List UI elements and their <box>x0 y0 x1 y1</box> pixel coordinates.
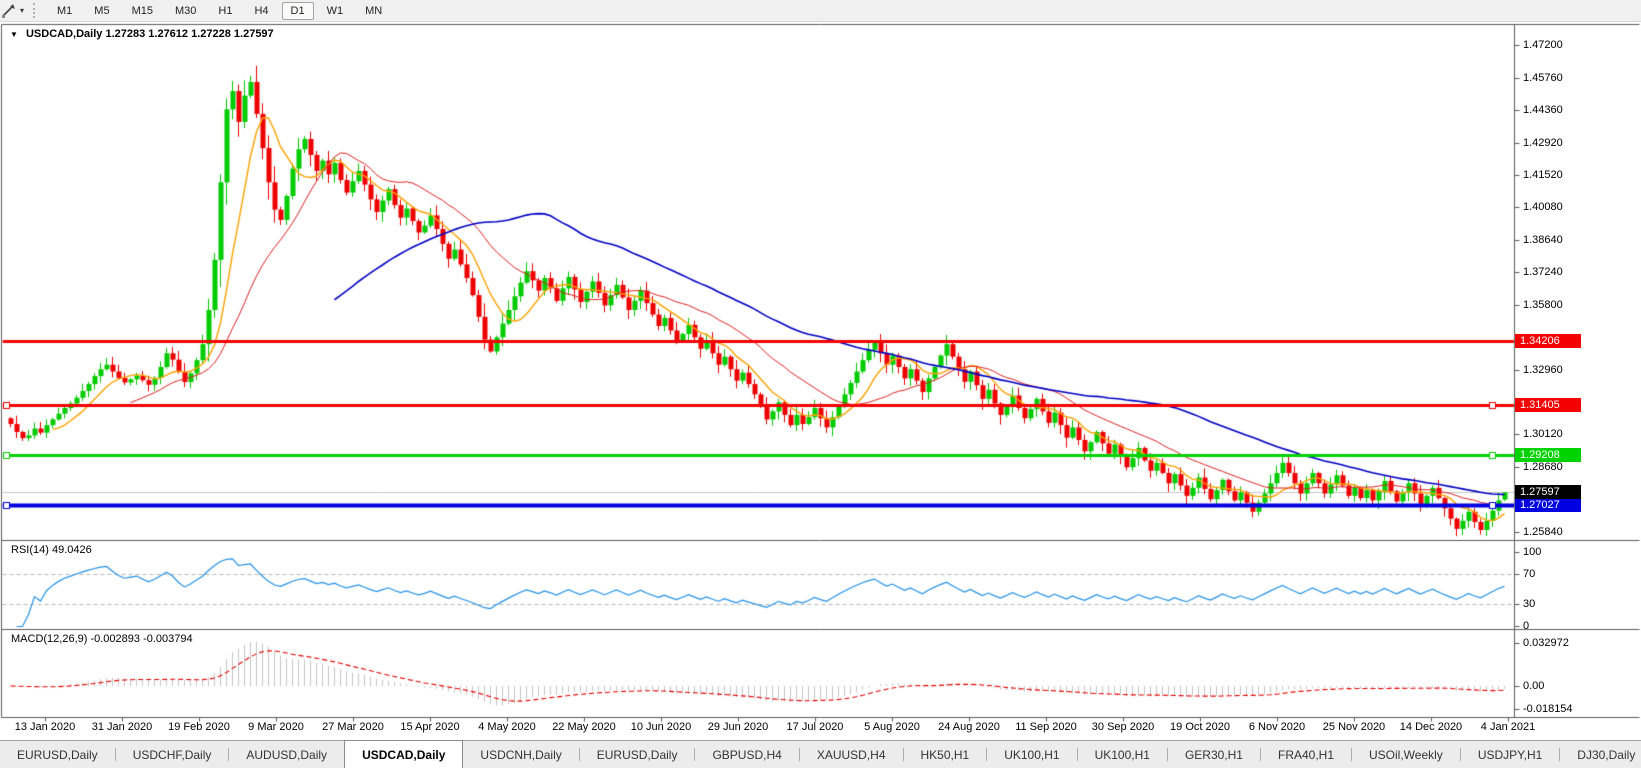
chart-title: ▼ USDCAD,Daily 1.27283 1.27612 1.27228 1… <box>10 28 274 40</box>
rsi-label: RSI(14) 49.0426 <box>11 544 92 556</box>
timeframe-button-m5[interactable]: M5 <box>85 2 118 20</box>
level-price-badge: 1.34206 <box>1515 334 1581 349</box>
tab-uk100-h1[interactable]: UK100,H1 <box>987 741 1076 768</box>
tab-ger30-h1[interactable]: GER30,H1 <box>1168 741 1260 768</box>
rsi-axis-label: 100 <box>1523 546 1542 558</box>
timeframe-button-d1[interactable]: D1 <box>281 1 314 20</box>
tab-eurusd-daily[interactable]: EURUSD,Daily <box>0 741 115 768</box>
current-price-badge: 1.27597 <box>1515 484 1581 499</box>
price-axis-label: 1.25840 <box>1523 526 1563 538</box>
tab-usdcad-daily[interactable]: USDCAD,Daily <box>344 740 464 768</box>
macd-axis-label: 0.032972 <box>1523 637 1569 649</box>
timeframe-button-w1[interactable]: W1 <box>318 2 353 20</box>
tab-usoil-weekly[interactable]: USOil,Weekly <box>1352 741 1460 768</box>
tab-usdchf-daily[interactable]: USDCHF,Daily <box>116 741 229 768</box>
price-axis-label: 1.40080 <box>1523 201 1563 214</box>
top-toolbar: ▾ M1 M5 M15 M30 H1 H4 D1 W1 MN <box>0 0 1641 22</box>
tab-uk100-h1[interactable]: UK100,H1 <box>1078 741 1167 768</box>
tab-gbpusd-h4[interactable]: GBPUSD,H4 <box>695 741 798 768</box>
level-price-badge: 1.27027 <box>1515 497 1581 512</box>
timeframe-button-h4[interactable]: H4 <box>245 2 277 20</box>
price-axis-label: 1.45760 <box>1523 71 1563 84</box>
tab-usdcnh-daily[interactable]: USDCNH,Daily <box>463 741 578 768</box>
tab-dj30-daily[interactable]: DJ30,Daily <box>1560 741 1641 768</box>
chart-tabbar: EURUSD,Daily USDCHF,Daily AUDUSD,Daily USDC… <box>0 740 1641 768</box>
price-axis-label: 1.41520 <box>1523 168 1563 181</box>
price-axis-label: 1.42920 <box>1523 136 1563 149</box>
chart-canvas[interactable] <box>0 0 1641 768</box>
price-axis-label: 1.38640 <box>1523 234 1563 247</box>
price-axis-label: 1.35800 <box>1523 298 1563 311</box>
tab-eurusd-daily[interactable]: EURUSD,Daily <box>580 741 695 768</box>
price-axis-label: 1.44360 <box>1523 103 1563 116</box>
macd-axis-label: -0.018154 <box>1523 702 1573 715</box>
rsi-axis-label: 70 <box>1523 568 1536 581</box>
level-price-badge: 1.29208 <box>1515 448 1581 463</box>
tab-hk50-h1[interactable]: HK50,H1 <box>904 741 987 768</box>
date-label: 4 Jan 2021 <box>1480 721 1536 733</box>
macd-axis-label: 0.00 <box>1523 679 1545 692</box>
timeframe-button-m1[interactable]: M1 <box>48 2 81 20</box>
tab-fra40-h1[interactable]: FRA40,H1 <box>1261 741 1351 768</box>
price-axis-label: 1.47200 <box>1523 39 1563 51</box>
toolbar-grip <box>33 3 39 18</box>
rsi-axis-label: 0 <box>1523 620 1530 632</box>
chart-symbol-label: USDCAD,Daily <box>25 28 103 40</box>
tab-xauusd-h4[interactable]: XAUUSD,H4 <box>800 741 903 768</box>
tab-audusd-daily[interactable]: AUDUSD,Daily <box>229 741 344 768</box>
timeframe-button-m30[interactable]: M30 <box>166 2 205 20</box>
timeframe-buttons: M1 M5 M15 M30 H1 H4 D1 W1 MN <box>46 1 393 20</box>
chart-tabs: EURUSD,Daily USDCHF,Daily AUDUSD,Daily USDC… <box>0 740 1641 768</box>
mt4-window: ▾ M1 M5 M15 M30 H1 H4 D1 W1 MN ▼ USDCAD,Daily 1.… <box>0 0 1641 768</box>
tab-usdjpy-h1[interactable]: USDJPY,H1 <box>1461 741 1559 768</box>
tool-dropdown-caret-icon[interactable]: ▾ <box>20 6 24 15</box>
chart-ohlc-values: 1.27283 1.27612 1.27228 1.27597 <box>105 28 274 40</box>
level-price-badge: 1.31405 <box>1515 398 1581 413</box>
rsi-axis-label: 30 <box>1523 597 1536 610</box>
price-axis-label: 1.30120 <box>1523 428 1563 441</box>
timeframe-button-m15[interactable]: M15 <box>123 2 162 20</box>
macd-label: MACD(12,26,9) -0.002893 -0.003794 <box>11 633 193 645</box>
timeframe-button-mn[interactable]: MN <box>356 2 391 20</box>
timeframe-button-h1[interactable]: H1 <box>209 2 241 20</box>
price-axis-label: 1.37240 <box>1523 266 1563 279</box>
crosshair-line-tool-icon[interactable] <box>1 3 18 19</box>
collapse-indicator-icon[interactable]: ▼ <box>10 30 18 39</box>
price-axis-label: 1.28680 <box>1523 461 1563 474</box>
price-axis-label: 1.32960 <box>1523 363 1563 376</box>
